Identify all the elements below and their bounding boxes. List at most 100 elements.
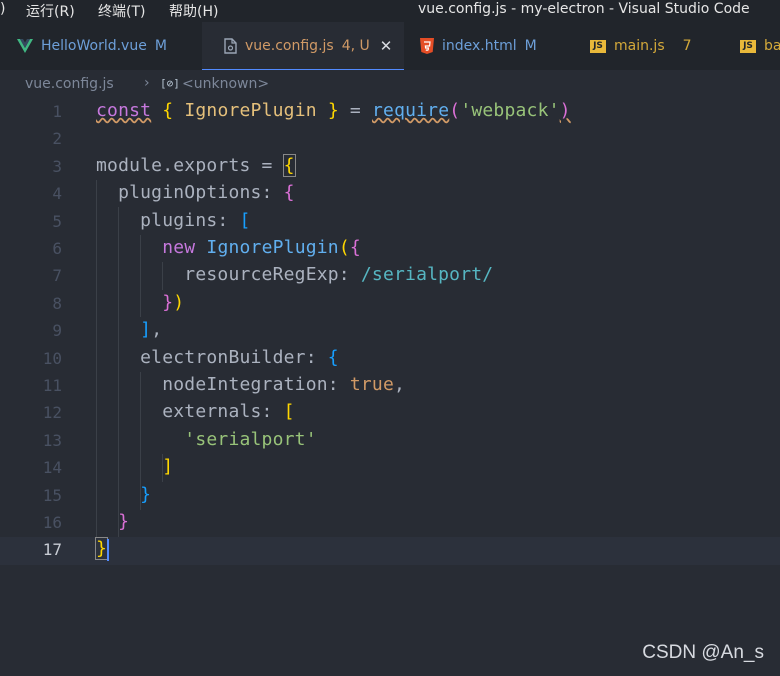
line-number: 5 [52, 211, 62, 231]
code-line[interactable]: 11 nodeIntegration: true, [0, 373, 780, 400]
tab-label: main.js [614, 38, 665, 54]
code-token: 'webpack' [460, 100, 560, 121]
code-text: plugins: [ [96, 210, 251, 231]
code-line[interactable]: 17} [0, 537, 780, 565]
code-line[interactable]: 10 electronBuilder: { [0, 346, 780, 373]
line-number: 2 [52, 129, 62, 149]
breadcrumb-symbol[interactable]: <unknown> [182, 76, 269, 92]
menu-item-terminal[interactable]: 终端(T) [98, 1, 145, 21]
code-token: ) [173, 291, 185, 313]
code-token: { [162, 100, 174, 121]
code-token: const [96, 100, 152, 121]
code-line[interactable]: 13 'serialport' [0, 428, 780, 455]
code-text: } [96, 484, 151, 505]
code-token: electronBuilder: [96, 346, 328, 368]
code-token: } [140, 483, 152, 505]
tab-status: M [154, 38, 167, 54]
code-text: }) [96, 292, 184, 313]
code-token: externals: [96, 401, 284, 423]
code-token: ) [559, 100, 571, 121]
tab-index-html[interactable]: index.html M [420, 22, 537, 70]
code-token: { [327, 346, 339, 368]
code-text: module.exports = { [96, 153, 296, 177]
code-line[interactable]: 9 ], [0, 318, 780, 345]
breadcrumb-file[interactable]: vue.config.js [25, 76, 114, 92]
code-editor[interactable]: 1 const { IgnorePlugin } = require('webpa… [0, 98, 780, 676]
vue-icon [17, 39, 33, 53]
menu-edge: ) [0, 1, 6, 17]
code-token: , [394, 374, 406, 395]
code-line[interactable]: 7 resourceRegExp: /serialport/ [0, 263, 780, 290]
line-number: 10 [42, 348, 62, 368]
code-text: } [96, 511, 129, 532]
code-line[interactable]: 3 module.exports = { [0, 153, 780, 181]
tab-status: M [524, 38, 537, 54]
menu-item-help[interactable]: 帮助(H) [169, 1, 218, 21]
code-token: } [327, 100, 339, 121]
tab-vue-config-js[interactable]: vue.config.js 4, U ✕ [202, 22, 404, 70]
code-token: 'serialport' [184, 428, 317, 450]
code-token: /serialport/ [360, 264, 494, 286]
code-token: require [372, 100, 450, 121]
breadcrumb: vue.config.js › [⊘] <unknown> [0, 72, 780, 98]
line-number: 8 [52, 293, 62, 313]
code-text: const { IgnorePlugin } = require('webpac… [96, 100, 571, 121]
code-line[interactable]: 6 new IgnorePlugin({ [0, 236, 780, 263]
line-number: 13 [42, 430, 62, 450]
line-number: 14 [42, 458, 62, 478]
tab-label: index.html [442, 38, 517, 54]
tab-helloworld-vue[interactable]: HelloWorld.vue M [0, 22, 202, 70]
close-icon[interactable]: ✕ [380, 37, 393, 55]
code-token: new [162, 237, 196, 258]
tab-status: 7 [682, 38, 692, 54]
code-token: [ [239, 209, 251, 231]
code-token: resourceRegExp: [96, 264, 361, 286]
code-line[interactable]: 4 pluginOptions: { [0, 181, 780, 208]
menu-item-run[interactable]: 运行(R) [26, 1, 75, 21]
tab-truncated[interactable]: JS ba [740, 22, 780, 70]
title-bar: ) 运行(R) 终端(T) 帮助(H) vue.config.js - my-e… [0, 0, 780, 22]
code-token: { [283, 182, 295, 204]
code-line[interactable]: 14 ] [0, 455, 780, 482]
js-badge: JS [740, 39, 756, 53]
code-line[interactable]: 8 }) [0, 291, 780, 318]
code-token: true [349, 374, 395, 395]
code-token: IgnorePlugin [206, 237, 339, 258]
line-number: 7 [52, 266, 62, 286]
line-number: 9 [52, 321, 62, 341]
code-token: ( [338, 237, 350, 258]
code-line[interactable]: 15 } [0, 483, 780, 510]
tab-main-js[interactable]: JS main.js 7 [590, 22, 692, 70]
code-token: ] [140, 319, 152, 341]
code-token: } [94, 537, 109, 561]
code-text: pluginOptions: { [96, 182, 295, 203]
code-line[interactable]: 2 [0, 126, 780, 153]
code-text: nodeIntegration: true, [96, 374, 405, 395]
code-token: IgnorePlugin [184, 100, 317, 121]
line-number: 16 [42, 513, 62, 532]
code-line[interactable]: 12 externals: [ [0, 400, 780, 427]
editor-tab-bar: HelloWorld.vue M vue.config.js 4, U ✕ in… [0, 22, 780, 70]
code-token: } [118, 511, 130, 532]
code-token: plugins: [96, 209, 240, 231]
tab-label: vue.config.js [245, 37, 334, 54]
line-number: 17 [42, 540, 62, 560]
code-line[interactable]: 16 } [0, 510, 780, 537]
js-icon: JS [590, 39, 606, 53]
tab-label: ba [764, 38, 780, 54]
code-line[interactable]: 1 const { IgnorePlugin } = require('webpa… [0, 99, 780, 126]
code-token: ( [449, 100, 461, 121]
code-line[interactable]: 5 plugins: [ [0, 209, 780, 236]
code-token: nodeIntegration: [96, 374, 350, 395]
code-token: { [282, 153, 296, 177]
tab-label: HelloWorld.vue [41, 38, 147, 54]
